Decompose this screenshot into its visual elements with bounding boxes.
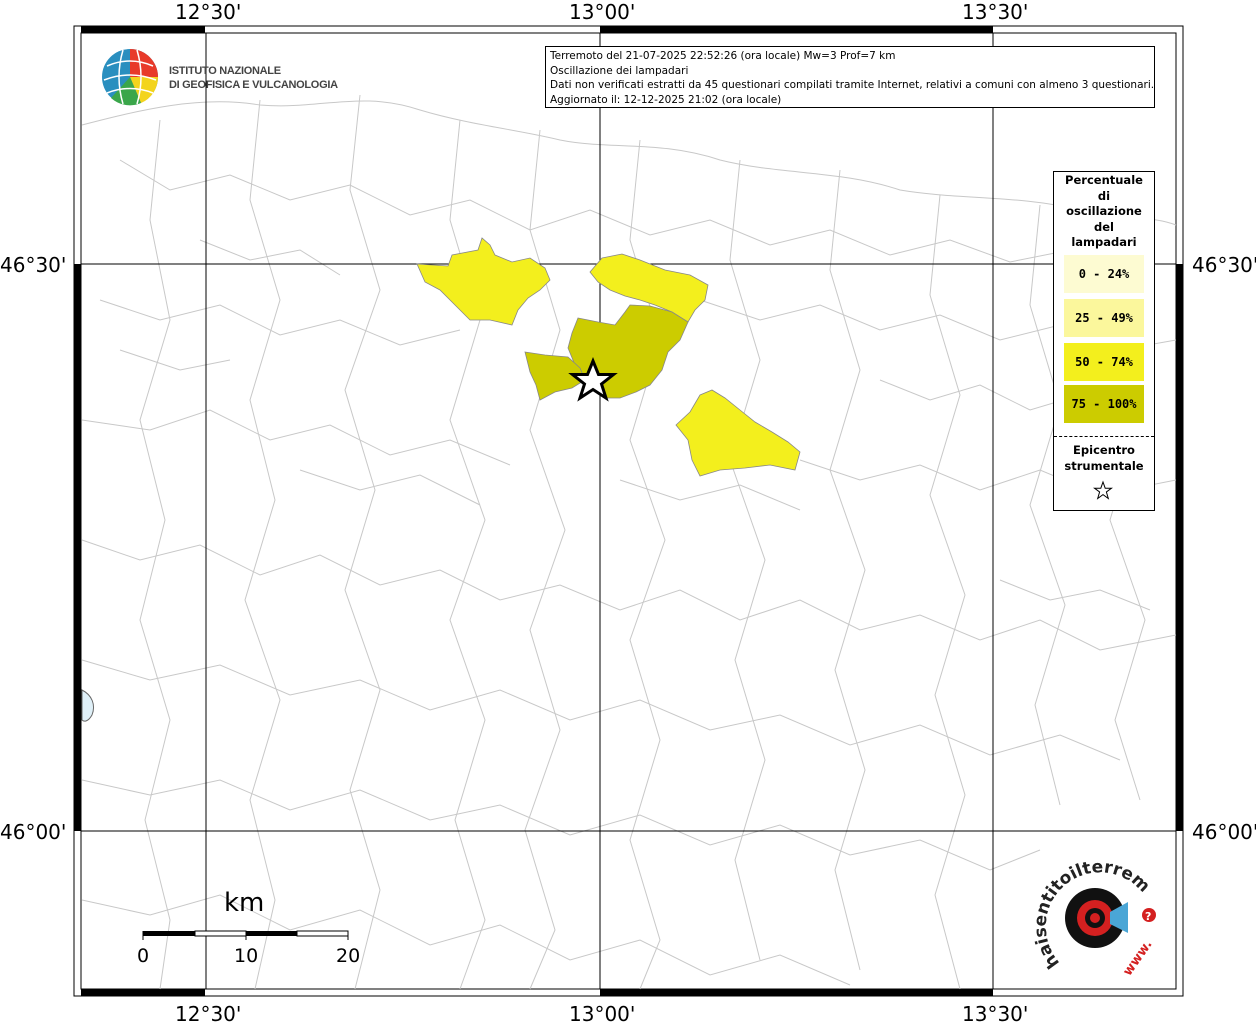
- lat-tick-left-1: 46°30': [0, 253, 67, 277]
- scale-label-20: 20: [336, 945, 361, 967]
- legend-separator: [1054, 436, 1154, 437]
- scale-unit: km: [224, 888, 265, 918]
- institute-line-2: DI GEOFISICA E VULCANOLOGIA: [169, 79, 338, 91]
- legend-item-75-100: 75 - 100%: [1064, 385, 1144, 423]
- info-parameter: Oscillazione dei lampadari: [550, 64, 689, 77]
- legend-epicenter-label: Epicentro strumentale: [1064, 443, 1144, 473]
- institute-line-1: ISTITUTO NAZIONALE: [169, 65, 281, 77]
- ingv-globe-logo: [101, 48, 161, 112]
- lon-tick-bottom-2: 13°00': [569, 1002, 636, 1026]
- haisentito-logo: haisentitoilterremoto.it ? www.: [1030, 855, 1156, 979]
- info-updated: Aggiornato il: 12-12-2025 21:02 (ora loc…: [550, 93, 782, 106]
- svg-text:?: ?: [1145, 910, 1151, 923]
- earthquake-info-box: Terremoto del 21-07-2025 22:52:26 (ora l…: [545, 46, 1155, 108]
- scale-label-0: 0: [137, 945, 150, 967]
- lon-tick-bottom-3: 13°30': [962, 1002, 1029, 1026]
- legend-star-icon: [1092, 480, 1114, 500]
- lon-tick-top-2: 13°00': [569, 0, 636, 24]
- watermark-www: www.: [1120, 937, 1155, 978]
- lon-tick-top-3: 13°30': [962, 0, 1029, 24]
- map-frame: [73, 25, 1184, 997]
- legend-title: Percentuale di oscillazione del lampadar…: [1065, 173, 1143, 249]
- info-event: Terremoto del 21-07-2025 22:52:26 (ora l…: [550, 50, 896, 62]
- lat-tick-right-2: 46°00': [1192, 820, 1256, 844]
- lat-tick-left-2: 46°00': [0, 820, 67, 844]
- scale-label-10: 10: [234, 945, 259, 967]
- institute-name: ISTITUTO NAZIONALE DI GEOFISICA E VULCAN…: [169, 64, 338, 92]
- legend-item-25-49: 25 - 49%: [1064, 299, 1144, 337]
- lon-tick-top-1: 12°30': [175, 0, 242, 24]
- legend-item-50-74: 50 - 74%: [1064, 343, 1144, 381]
- lat-tick-right-1: 46°30': [1192, 253, 1256, 277]
- lon-tick-bottom-1: 12°30': [175, 1002, 242, 1026]
- legend-item-0-24: 0 - 24%: [1064, 255, 1144, 293]
- info-disclaimer: Dati non verificati estratti da 45 quest…: [550, 79, 1155, 92]
- legend: Percentuale di oscillazione del lampadar…: [1053, 171, 1155, 511]
